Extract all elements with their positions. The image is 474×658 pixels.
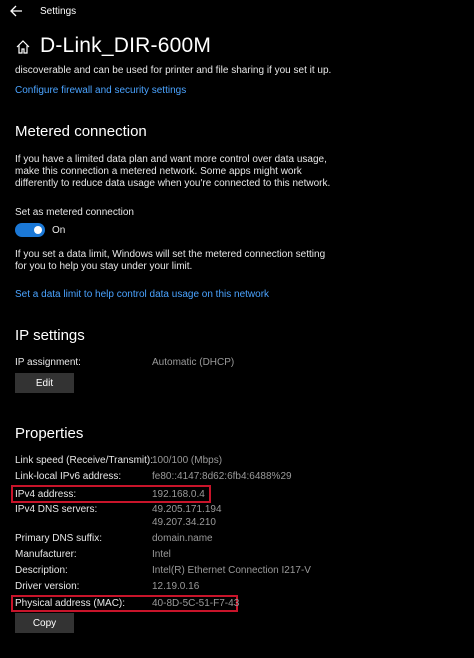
metered-toggle-label: Set as metered connection xyxy=(15,207,134,218)
mac-address-label: Physical address (MAC): xyxy=(15,598,126,609)
ip-settings-heading: IP settings xyxy=(15,327,85,344)
ipv6-value: fe80::4147:8d62:6fb4:6488%29 xyxy=(152,471,292,482)
back-arrow-icon[interactable] xyxy=(8,3,26,19)
dns-server-1-value: 49.205.171.194 xyxy=(152,504,222,515)
link-speed-label: Link speed (Receive/Transmit): xyxy=(15,455,154,466)
dns-suffix-label: Primary DNS suffix: xyxy=(15,533,103,544)
edit-button[interactable]: Edit xyxy=(15,373,74,393)
link-speed-value: 100/100 (Mbps) xyxy=(152,455,223,466)
firewall-settings-link[interactable]: Configure firewall and security settings xyxy=(15,85,186,96)
metered-description-line-2: make this connection a metered network. … xyxy=(15,166,302,177)
driver-version-value: 12.19.0.16 xyxy=(152,581,200,592)
description-value: Intel(R) Ethernet Connection I217-V xyxy=(152,565,311,576)
ipv4-value: 192.168.0.4 xyxy=(152,489,205,500)
set-data-limit-link[interactable]: Set a data limit to help control data us… xyxy=(15,289,269,300)
manufacturer-label: Manufacturer: xyxy=(15,549,77,560)
ipv6-label: Link-local IPv6 address: xyxy=(15,471,122,482)
dns-server-2-value: 49.207.34.210 xyxy=(152,517,216,528)
metered-description-line-1: If you have a limited data plan and want… xyxy=(15,154,327,165)
metered-description-line-3: differently to reduce data usage when yo… xyxy=(15,178,331,189)
app-title: Settings xyxy=(40,6,77,17)
data-limit-info-line-2: for you to help you stay under your limi… xyxy=(15,261,193,272)
manufacturer-value: Intel xyxy=(152,549,171,560)
ip-assignment-label: IP assignment: xyxy=(15,357,81,368)
page-title: D-Link_DIR-600M xyxy=(40,34,212,57)
data-limit-info-line-1: If you set a data limit, Windows will se… xyxy=(15,249,326,260)
ip-assignment-value: Automatic (DHCP) xyxy=(152,357,235,368)
description-label: Description: xyxy=(15,565,68,576)
metered-toggle-state: On xyxy=(52,225,66,236)
copy-button[interactable]: Copy xyxy=(15,613,74,633)
metered-toggle[interactable] xyxy=(15,223,45,237)
dns-suffix-value: domain.name xyxy=(152,533,213,544)
dns-servers-label: IPv4 DNS servers: xyxy=(15,504,98,515)
mac-address-value: 40-8D-5C-51-F7-43 xyxy=(152,598,240,609)
intro-text: discoverable and can be used for printer… xyxy=(15,65,332,76)
home-icon[interactable] xyxy=(15,39,31,55)
toggle-knob xyxy=(34,226,42,234)
metered-connection-heading: Metered connection xyxy=(15,123,147,140)
ipv4-label: IPv4 address: xyxy=(15,489,77,500)
properties-heading: Properties xyxy=(15,425,84,442)
driver-version-label: Driver version: xyxy=(15,581,80,592)
